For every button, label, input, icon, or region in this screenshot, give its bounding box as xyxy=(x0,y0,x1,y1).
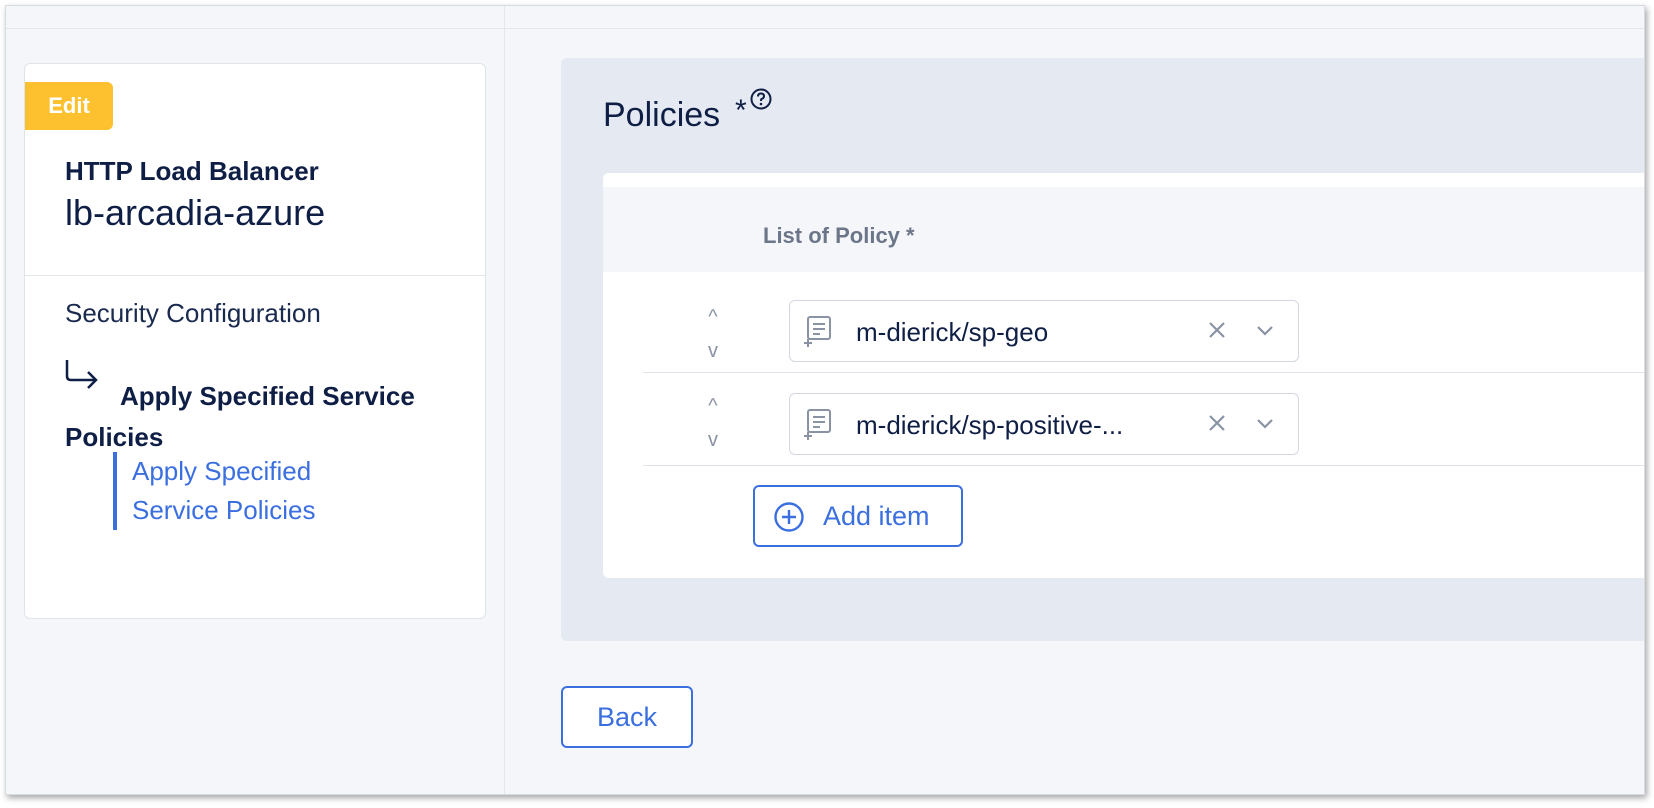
move-down-button[interactable]: v xyxy=(703,423,723,457)
required-mark: * xyxy=(735,94,747,127)
policy-list-card: List of Policy * ^ v m-dierick/sp-geo ^ … xyxy=(603,173,1644,578)
policy-select[interactable]: m-dierick/sp-geo xyxy=(789,300,1299,362)
list-item: ^ v m-dierick/sp-positive-... xyxy=(643,369,1644,466)
reorder-controls: ^ v xyxy=(703,300,723,368)
sub-link-indicator xyxy=(113,452,117,530)
plus-circle-icon xyxy=(774,502,804,532)
sub-link-apply-policies[interactable]: Apply Specified Service Policies xyxy=(132,452,372,530)
policy-value: m-dierick/sp-geo xyxy=(856,317,1049,347)
add-item-button[interactable]: Add item xyxy=(753,485,963,547)
top-divider xyxy=(6,28,1644,29)
table-header: List of Policy * xyxy=(603,187,1644,272)
help-icon[interactable] xyxy=(750,88,772,110)
back-button[interactable]: Back xyxy=(561,686,693,748)
panel-title: Policies xyxy=(603,96,721,134)
section-label[interactable]: Security Configuration xyxy=(65,298,321,329)
column-divider xyxy=(504,6,505,794)
policies-panel: Policies * List of Policy * ^ v m-dieric… xyxy=(561,58,1644,641)
move-down-button[interactable]: v xyxy=(703,334,723,368)
edit-badge: Edit xyxy=(25,82,113,130)
move-up-button[interactable]: ^ xyxy=(703,300,723,334)
chevron-down-icon[interactable] xyxy=(1254,416,1276,432)
policy-list-icon xyxy=(804,316,831,347)
policy-list-icon xyxy=(804,409,831,440)
clear-icon[interactable] xyxy=(1206,412,1228,434)
clear-icon[interactable] xyxy=(1206,319,1228,341)
policy-select[interactable]: m-dierick/sp-positive-... xyxy=(789,393,1299,455)
add-item-label: Add item xyxy=(823,501,930,531)
object-type: HTTP Load Balancer xyxy=(65,156,319,186)
move-up-button[interactable]: ^ xyxy=(703,389,723,423)
chevron-down-icon[interactable] xyxy=(1254,323,1276,339)
step-title[interactable]: Apply Specified Service Policies xyxy=(65,376,465,458)
object-name: lb-arcadia-azure xyxy=(65,192,326,233)
sidebar-divider xyxy=(25,275,485,276)
column-title: List of Policy * xyxy=(763,223,915,248)
reorder-controls: ^ v xyxy=(703,389,723,457)
sidebar-card: Edit HTTP Load Balancer lb-arcadia-azure… xyxy=(24,63,486,619)
row-divider xyxy=(643,465,1644,466)
policy-value: m-dierick/sp-positive-... xyxy=(856,410,1124,440)
list-item: ^ v m-dierick/sp-geo xyxy=(643,276,1644,373)
window-frame: Edit HTTP Load Balancer lb-arcadia-azure… xyxy=(5,5,1645,795)
